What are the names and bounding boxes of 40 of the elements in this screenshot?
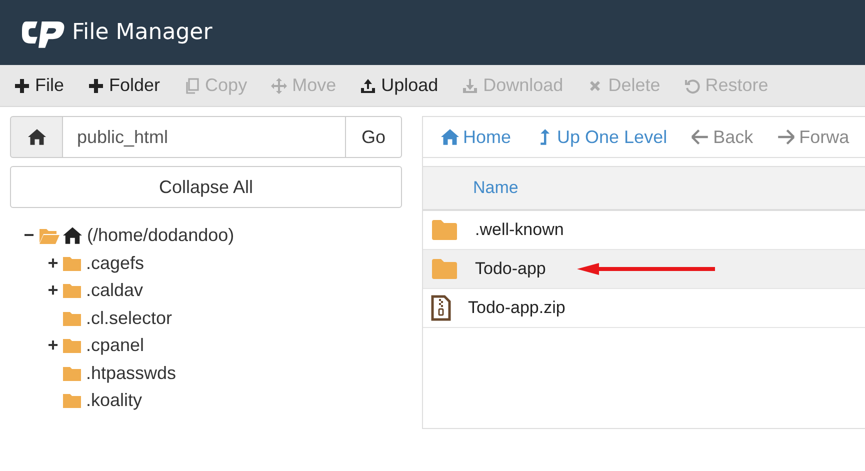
undo-icon (684, 78, 700, 94)
file-name: Todo-app (475, 259, 546, 279)
nav-link[interactable]: Up One Level (531, 126, 672, 148)
go-button[interactable]: Go (346, 116, 402, 158)
app-title: File Manager (72, 20, 212, 45)
toolbar-button[interactable]: File (6, 68, 72, 102)
nav-link[interactable]: Home (437, 126, 516, 148)
tree-toggle[interactable]: + (46, 252, 60, 274)
right-arrow-icon (777, 129, 796, 145)
copy-icon (184, 78, 200, 94)
left-arrow-icon (691, 129, 710, 145)
plus-icon (14, 78, 30, 94)
home-button[interactable] (10, 116, 63, 158)
toolbar-button[interactable]: Folder (80, 68, 168, 102)
tree-item[interactable]: .cagefs (84, 252, 144, 274)
home-icon (28, 129, 46, 145)
move-icon (271, 78, 288, 94)
folder-icon (431, 219, 458, 241)
home-icon (441, 129, 459, 145)
file-row[interactable]: Todo-app.zip (423, 289, 865, 328)
tree-toggle[interactable]: − (22, 225, 36, 246)
tree-toggle[interactable]: + (46, 280, 60, 302)
toolbar-button[interactable]: Upload (352, 68, 446, 102)
tree-toggle[interactable]: + (46, 335, 60, 356)
tree-item[interactable]: (/home/dodandoo) (85, 225, 234, 246)
zip-file-icon (431, 295, 451, 321)
plus-icon (88, 78, 104, 94)
download-icon (462, 78, 478, 94)
collapse-all-button[interactable]: Collapse All (10, 166, 402, 208)
tree-item[interactable]: .koality (84, 390, 142, 412)
upload-icon (360, 78, 376, 94)
tree-item[interactable]: .cl.selector (84, 308, 172, 329)
path-input-field[interactable]: public_html (63, 116, 346, 158)
folder-icon (431, 258, 458, 280)
file-row[interactable]: Todo-app (423, 250, 865, 289)
tree-item[interactable]: .caldav (84, 280, 144, 302)
tree-item[interactable]: .htpasswds (84, 362, 176, 384)
tree-item[interactable]: .cpanel (84, 335, 144, 356)
file-name: Todo-app.zip (468, 298, 566, 318)
file-name: .well-known (475, 220, 564, 240)
